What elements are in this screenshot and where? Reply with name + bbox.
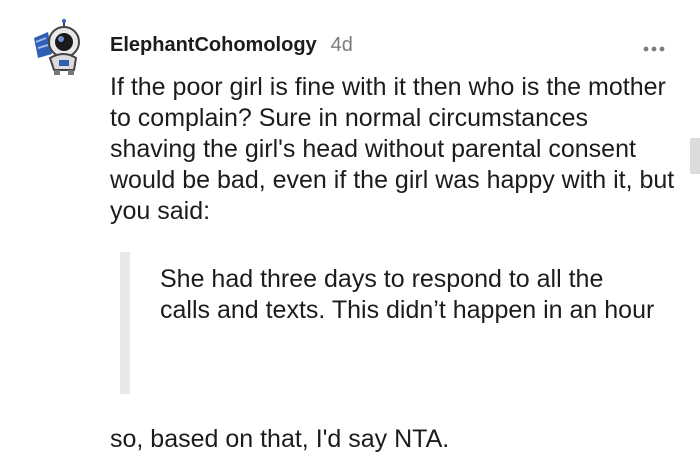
comment-body: If the poor girl is fine with it then wh… — [110, 73, 675, 225]
scrollbar-thumb[interactable] — [690, 138, 700, 174]
quote-bar — [120, 252, 130, 394]
quote-text: She had three days to respond to all the… — [160, 265, 655, 324]
more-options-button[interactable] — [642, 40, 666, 52]
user-avatar[interactable] — [30, 18, 84, 76]
blockquote: She had three days to respond to all the… — [120, 252, 660, 394]
astronaut-avatar-icon — [34, 19, 80, 75]
username-link[interactable]: ElephantCohomology — [110, 34, 317, 57]
comment-age: 4d — [330, 34, 353, 56]
comment-header: ElephantCohomology 4d — [110, 34, 353, 57]
more-options-icon — [643, 46, 665, 52]
comment-conclusion: so, based on that, I'd say NTA. — [110, 425, 450, 453]
